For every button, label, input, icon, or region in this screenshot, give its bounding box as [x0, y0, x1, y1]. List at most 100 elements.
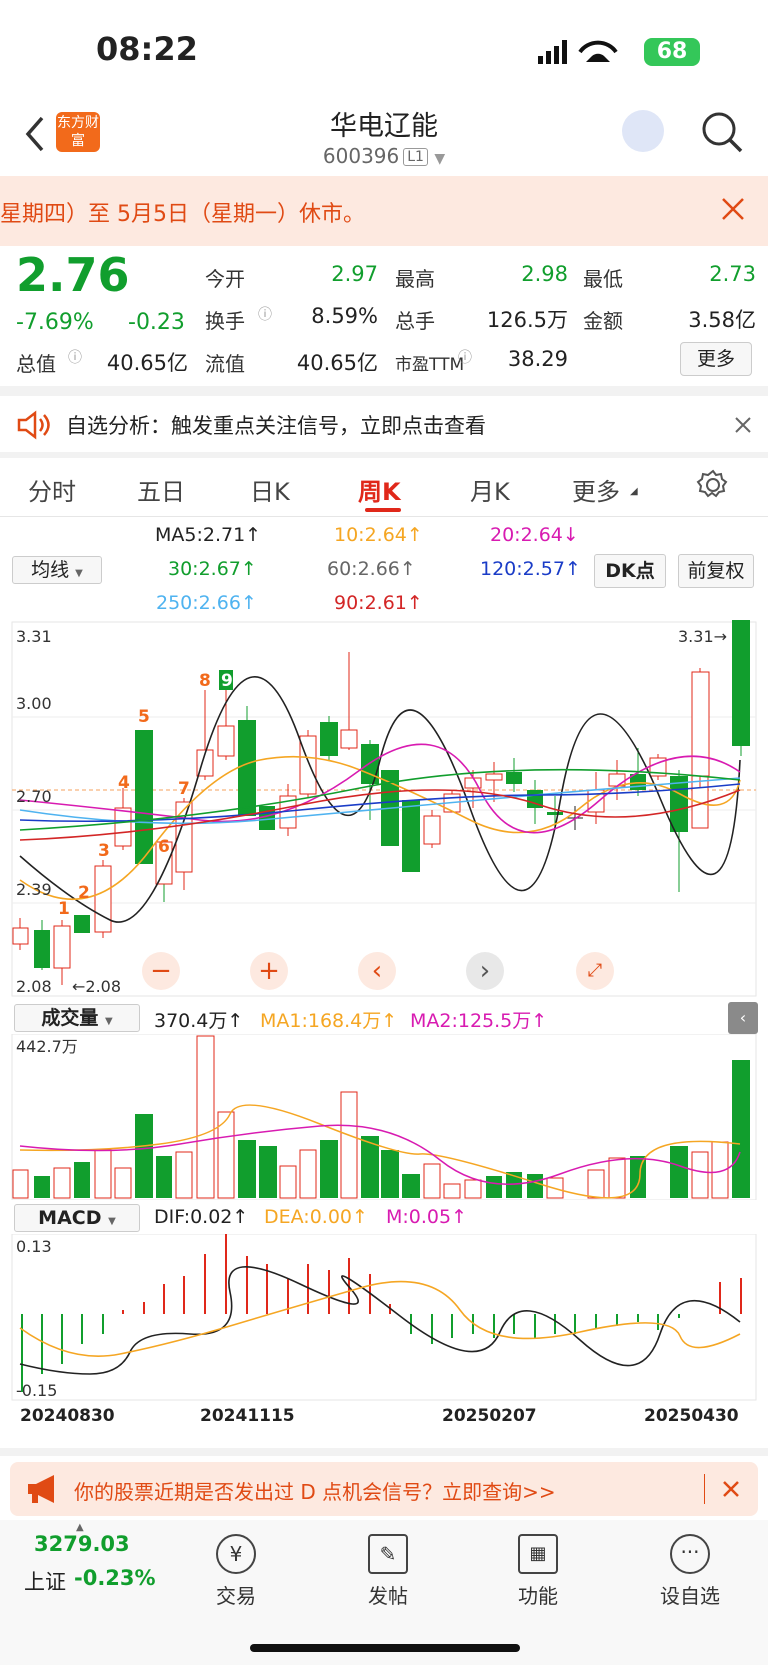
active-tab-indicator: [365, 508, 401, 512]
ma-lines: [19, 676, 741, 923]
megaphone-icon: [28, 1475, 54, 1503]
signal-label: 8: [199, 671, 211, 691]
ma250-value: 250:2.66↑: [156, 592, 257, 614]
home-indicator: [250, 1644, 520, 1652]
more-button[interactable]: 更多: [680, 342, 752, 376]
status-bar: 08:22 68: [0, 0, 768, 100]
signal-wifi-icons: [538, 40, 618, 64]
stock-name: 华电辽能: [330, 111, 438, 142]
volume-label: 总手: [395, 309, 435, 333]
signal-label: 9: [221, 671, 233, 691]
float-value: 40.65亿: [296, 351, 378, 375]
zoom-in-button[interactable]: +: [250, 952, 288, 990]
stock-code-text: 600396: [322, 144, 400, 168]
mktcap-label: 总值: [16, 352, 56, 376]
scroll-right-button[interactable]: ›: [466, 952, 504, 990]
macd-top-label: 0.13: [16, 1237, 52, 1256]
nav-trade[interactable]: ¥ 交易: [186, 1534, 286, 1609]
divider: [704, 1474, 705, 1504]
info-icon[interactable]: ⓘ: [258, 304, 272, 324]
dk-point-button[interactable]: DK点: [594, 554, 666, 588]
float-label: 流值: [205, 352, 245, 376]
level-badge: L1: [403, 148, 428, 166]
close-icon[interactable]: [722, 1480, 740, 1498]
yuan-exchange-icon: ¥: [216, 1534, 256, 1574]
signal-label: 1: [58, 899, 70, 919]
tab-more[interactable]: 更多: [572, 472, 620, 507]
gear-icon[interactable]: [696, 468, 730, 502]
signal-label: 6: [158, 837, 170, 857]
volume-ma1: MA1:168.4万↑: [260, 1010, 398, 1032]
nav-post[interactable]: ✎ 发帖: [338, 1534, 438, 1609]
ma-selector[interactable]: 均线 ▼: [12, 556, 102, 584]
adjust-button[interactable]: 前复权: [678, 554, 754, 588]
stock-code[interactable]: 600396 L1 ▼: [0, 144, 768, 168]
mktcap-value: 40.65亿: [106, 351, 188, 375]
caret-down-icon: ▼: [104, 1016, 113, 1027]
collapse-panel-button[interactable]: ‹: [728, 1002, 758, 1034]
volume-value: 126.5万: [486, 308, 568, 332]
volume-max-label: 442.7万: [16, 1037, 78, 1056]
date-label: 20240830: [20, 1406, 115, 1426]
macd-selector[interactable]: MACD ▼: [14, 1204, 140, 1232]
tab-monthly-k[interactable]: 月K: [470, 472, 510, 507]
nav-functions[interactable]: ▦ 功能: [488, 1534, 588, 1609]
y-label: 2.70: [16, 787, 52, 806]
info-icon[interactable]: ⓘ: [458, 347, 472, 367]
caret-down-icon: ▼: [75, 568, 83, 579]
amount-label: 金额: [583, 309, 623, 333]
macd-m: M:0.05↑: [386, 1206, 468, 1228]
ma20-value: 20:2.64↓: [490, 524, 579, 546]
ma5-value: MA5:2.71↑: [155, 524, 262, 546]
zoom-out-button[interactable]: −: [142, 952, 180, 990]
status-time: 08:22: [96, 30, 198, 68]
analysis-notice[interactable]: 自选分析：触发重点关注信号，立即点击查看: [0, 396, 768, 456]
high-value: 2.98: [521, 262, 568, 286]
y-label: 2.08: [16, 977, 52, 996]
macd-dea: DEA:0.00↑: [264, 1206, 368, 1228]
divider: [0, 516, 768, 517]
scroll-left-button[interactable]: ‹: [358, 952, 396, 990]
holiday-banner: 星期四）至 5月5日（星期一）休市。: [0, 176, 768, 246]
more-dots-icon: ···: [670, 1534, 710, 1574]
turnover-value: 8.59%: [311, 304, 378, 328]
date-label: 20250207: [442, 1406, 537, 1426]
battery-indicator: 68: [644, 38, 700, 66]
tab-five-day[interactable]: 五日: [137, 472, 185, 507]
triangle-icon: ◢: [630, 486, 638, 497]
min-marker: ←2.08: [72, 977, 121, 996]
volume-selector[interactable]: 成交量 ▼: [14, 1004, 140, 1032]
close-icon[interactable]: [720, 196, 746, 222]
volume-value: 370.4万↑: [154, 1010, 244, 1032]
divider: [0, 452, 768, 458]
open-label: 今开: [205, 267, 245, 291]
change-percent: -7.69%: [16, 310, 94, 335]
current-price: 2.76: [16, 248, 130, 302]
tab-weekly-k[interactable]: 周K: [358, 472, 401, 507]
signal-label: 2: [78, 883, 90, 903]
close-icon[interactable]: [734, 416, 752, 434]
macd-selector-label: MACD: [38, 1207, 102, 1229]
chevron-down-icon: ▼: [434, 151, 446, 167]
index-value[interactable]: 3279.03: [34, 1532, 130, 1556]
kline-chart[interactable]: 3.31 3.00 2.70 2.39 2.08 3.31→ ←2.08 1 2…: [0, 620, 768, 1000]
nav-label: 设自选: [660, 1584, 720, 1608]
divider: [0, 386, 768, 396]
ma10-value: 10:2.64↑: [334, 524, 423, 546]
nav-add-watchlist[interactable]: ··· 设自选: [640, 1534, 740, 1609]
info-icon[interactable]: ⓘ: [68, 347, 82, 367]
ma30-value: 30:2.67↑: [168, 558, 257, 580]
grid-icon: ▦: [518, 1534, 558, 1574]
promo-banner[interactable]: 你的股票近期是否发出过 D 点机会信号？立即查询>>: [10, 1462, 758, 1516]
tab-intraday[interactable]: 分时: [28, 472, 76, 507]
y-label: 3.31: [16, 627, 52, 646]
divider: [0, 1448, 768, 1456]
tab-daily-k[interactable]: 日K: [250, 472, 290, 507]
ma120-value: 120:2.57↑: [480, 558, 581, 580]
change-amount: -0.23: [128, 310, 185, 335]
ma90-value: 90:2.61↑: [334, 592, 423, 614]
fullscreen-icon[interactable]: ⤢: [576, 952, 614, 990]
pe-value: 38.29: [507, 347, 568, 371]
banner-text: 星期四）至 5月5日（星期一）休市。: [0, 202, 365, 227]
signal-label: 3: [98, 841, 110, 861]
